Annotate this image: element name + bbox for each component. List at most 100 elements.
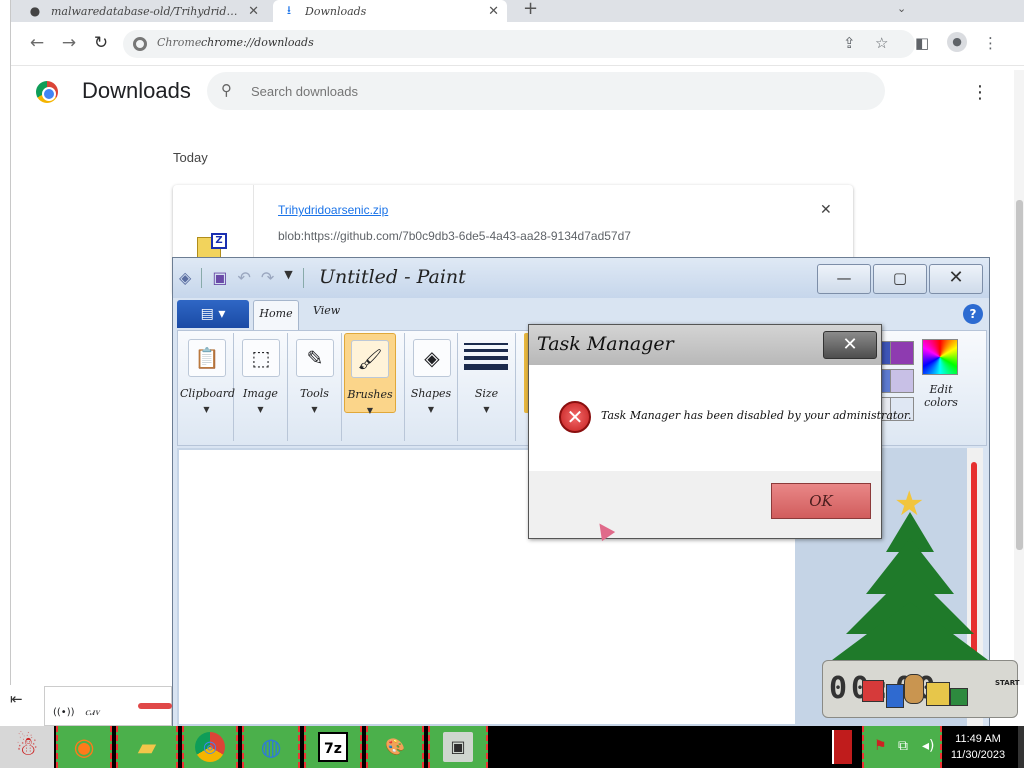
section-date-label: Today <box>173 150 208 165</box>
start-button[interactable]: ☃ <box>0 726 54 768</box>
tab-github-zip[interactable]: ● malwaredatabase-old/Trihydridoarsenic.… <box>27 0 267 22</box>
bookmark-star-icon[interactable]: ☆ <box>875 34 888 52</box>
select-icon: ⬚ <box>242 339 280 377</box>
color-swatch[interactable] <box>890 341 914 365</box>
download-filename-link[interactable]: Trihydridoarsenic.zip <box>278 203 388 217</box>
tab-search-button[interactable]: ⌄ <box>897 2 906 15</box>
chrome-menu-icon[interactable]: ⋮ <box>983 34 998 52</box>
quick-access-toolbar: ◈ ▣ ↶ ↷ ▼ <box>179 268 304 288</box>
help-icon[interactable]: ? <box>963 304 983 324</box>
network-icon[interactable]: ⧉ <box>898 738 908 754</box>
tools-group[interactable]: ✎ Tools ▼ <box>288 333 342 441</box>
taskbar-7zip[interactable]: 7z <box>304 726 362 768</box>
forward-button[interactable]: → <box>57 32 81 54</box>
firefox-icon: ◉ <box>73 732 95 761</box>
tab-title: Downloads <box>305 4 367 18</box>
search-input[interactable] <box>251 80 851 102</box>
image-group[interactable]: ⬚ Image ▼ <box>234 333 288 441</box>
url-text: chrome://downloads <box>201 36 314 49</box>
chrome-site-icon <box>133 37 147 51</box>
paint-title-bar[interactable]: ◈ ▣ ↶ ↷ ▼ Untitled - Paint — ▢ ✕ <box>173 258 989 298</box>
widget-start-label[interactable]: START <box>995 679 1020 687</box>
side-panel-icon[interactable]: ◧ <box>915 34 929 52</box>
chrome-icon: ◎ <box>195 731 225 762</box>
clipboard-icon: 📋 <box>188 339 226 377</box>
dropdown-caret-icon: ▼ <box>257 405 264 414</box>
back-button[interactable]: ← <box>25 32 49 54</box>
download-source-url: blob:https://github.com/7b0c9db3-6de5-4a… <box>278 229 631 243</box>
group-label: Brushes <box>347 388 393 401</box>
address-bar[interactable]: Chrome chrome://downloads <box>123 30 915 58</box>
download-icon: ⭳ <box>286 2 292 17</box>
dropdown-caret-icon: ▼ <box>366 406 374 415</box>
tab-downloads[interactable]: ⭳ Downloads ✕ <box>273 0 507 22</box>
search-icon: ⚲ <box>221 81 232 99</box>
new-tab-button[interactable]: + <box>523 0 538 19</box>
security-alert-icon[interactable]: ⚑ <box>874 738 887 754</box>
more-actions-icon[interactable]: ⋮ <box>971 82 989 103</box>
red-bar-fragment <box>138 703 172 709</box>
taskbar-messenger[interactable]: ◍ <box>242 726 300 768</box>
undo-icon[interactable]: ↶ <box>237 268 250 288</box>
window-title: Untitled - Paint <box>319 266 466 288</box>
folder-icon: ▰ <box>137 732 157 761</box>
group-label: Size <box>474 387 499 400</box>
teddy-bear-icon <box>904 674 924 704</box>
tree-tier <box>824 602 996 666</box>
messenger-icon: ◍ <box>260 732 282 761</box>
group-label: Shapes <box>410 387 452 400</box>
save-icon[interactable]: ▣ <box>212 268 227 288</box>
chrome-logo-icon <box>36 81 58 103</box>
shapes-group[interactable]: ◈ Shapes ▼ <box>404 333 458 441</box>
taskbar-chrome[interactable]: ◎ <box>182 726 238 768</box>
share-icon[interactable]: ⇪ <box>843 34 856 52</box>
close-button[interactable]: ✕ <box>929 264 983 294</box>
downloads-header: Downloads ⚲ ⋮ <box>11 66 1024 122</box>
colors-palette: Edit colors <box>870 333 984 441</box>
search-downloads[interactable]: ⚲ <box>207 72 885 110</box>
gift-icon <box>886 684 904 708</box>
brushes-group[interactable]: 🖌 Brushes ▼ <box>344 333 396 415</box>
github-icon: ● <box>29 4 41 18</box>
dialog-title-bar[interactable]: Task Manager ✕ <box>529 325 881 365</box>
collapse-panel-icon[interactable]: ⇤ <box>10 690 23 708</box>
close-tab-icon[interactable]: ✕ <box>248 4 259 19</box>
color-swatch[interactable] <box>890 369 914 393</box>
paint-icon: 🎨 <box>385 736 405 756</box>
page-title: Downloads <box>82 78 191 103</box>
remove-download-icon[interactable]: ✕ <box>820 202 832 218</box>
close-button[interactable]: ✕ <box>823 331 877 359</box>
dropdown-caret-icon: ▼ <box>311 405 318 414</box>
size-icon <box>464 343 508 374</box>
christmas-tree-widget[interactable]: ★ 00:00 START <box>800 484 1022 724</box>
group-label: Image <box>243 387 278 400</box>
gift-icon <box>950 688 968 706</box>
taskbar-task-manager[interactable]: ▣ <box>428 726 488 768</box>
paint-file-menu-button[interactable]: ▤ ▾ <box>177 300 249 328</box>
edit-colors-label: Edit colors <box>924 383 958 409</box>
taskbar-file-explorer[interactable]: ▰ <box>116 726 178 768</box>
tab-view[interactable]: View <box>313 304 340 317</box>
profile-avatar[interactable]: ● <box>947 32 967 52</box>
customize-qa-icon[interactable]: ▼ <box>284 268 292 288</box>
task-manager-icon: ▣ <box>443 731 473 762</box>
taskbar-paint[interactable]: 🎨 <box>366 726 424 768</box>
edit-colors-icon[interactable] <box>922 339 958 375</box>
reload-button[interactable]: ↻ <box>89 32 113 54</box>
show-desktop-button[interactable] <box>1018 726 1024 768</box>
close-tab-icon[interactable]: ✕ <box>488 4 499 19</box>
brush-icon: 🖌 <box>351 340 389 378</box>
size-group[interactable]: Size ▼ <box>458 333 516 441</box>
taskbar: ☃ ◉ ▰ ◎ ◍ 7z 🎨 ▣ ⚑ ⧉ ◂) 11:49 AM 11/30/2… <box>0 726 1024 768</box>
dropdown-caret-icon: ▼ <box>203 405 210 414</box>
redo-icon[interactable]: ↷ <box>261 268 274 288</box>
taskbar-firefox[interactable]: ◉ <box>56 726 112 768</box>
browser-toolbar: ← → ↻ Chrome chrome://downloads ⇪ ☆ ◧ ● … <box>11 22 1024 66</box>
tab-home[interactable]: Home <box>253 300 299 330</box>
taskbar-clock[interactable]: 11:49 AM 11/30/2023 <box>944 731 1012 763</box>
maximize-button[interactable]: ▢ <box>873 264 927 294</box>
volume-icon[interactable]: ◂) <box>922 738 935 754</box>
clipboard-group[interactable]: 📋 Clipboard ▼ <box>180 333 235 441</box>
tools-icon: ✎ <box>296 339 334 377</box>
minimize-button[interactable]: — <box>817 264 871 294</box>
